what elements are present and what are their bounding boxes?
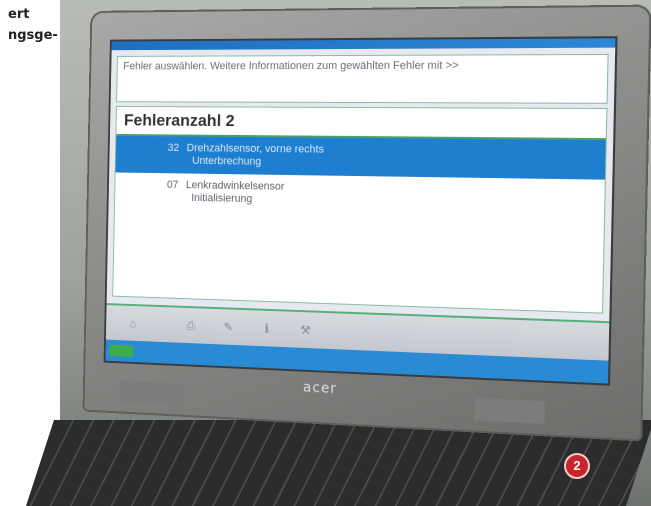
hinge-right <box>474 398 545 424</box>
fault-description: Lenkradwinkelsensor <box>186 179 285 192</box>
caption-line-1: ert <box>8 7 29 22</box>
fault-list-panel: Fehleranzahl 2 32 Drehzahlsensor, vorne r… <box>112 106 607 314</box>
instructions-text: Fehler auswählen. Weitere Informationen … <box>116 54 609 104</box>
home-icon[interactable]: ⌂ <box>123 314 144 332</box>
fault-code: 32 <box>155 142 180 155</box>
fault-detail: Initialisierung <box>154 191 605 212</box>
fault-code: 07 <box>154 179 179 192</box>
number-badge: 2 <box>566 455 588 477</box>
laptop-lid: Fehler auswählen. Weitere Informationen … <box>83 5 651 442</box>
window-titlebar <box>112 38 616 50</box>
screen: Fehler auswählen. Weitere Informationen … <box>104 36 618 386</box>
start-button[interactable] <box>109 345 133 358</box>
info-icon[interactable]: ℹ <box>256 319 278 338</box>
fault-description: Drehzahlsensor, vorne rechts <box>187 142 325 155</box>
tools-icon[interactable]: ⚒ <box>295 321 317 340</box>
fault-detail: Unterbrechung <box>155 155 606 174</box>
fault-count-heading: Fehleranzahl 2 <box>116 107 606 140</box>
hinge-left <box>119 381 183 405</box>
caption: ert ngsge- <box>8 4 58 46</box>
fault-row[interactable]: 07 Lenkradwinkelsensor Initialisierung <box>115 172 605 219</box>
edit-icon[interactable]: ✎ <box>218 318 239 336</box>
print-icon[interactable]: ⎙ <box>180 316 201 334</box>
caption-line-2: ngsge- <box>8 28 58 43</box>
laptop-brand-logo: acer <box>294 379 345 395</box>
